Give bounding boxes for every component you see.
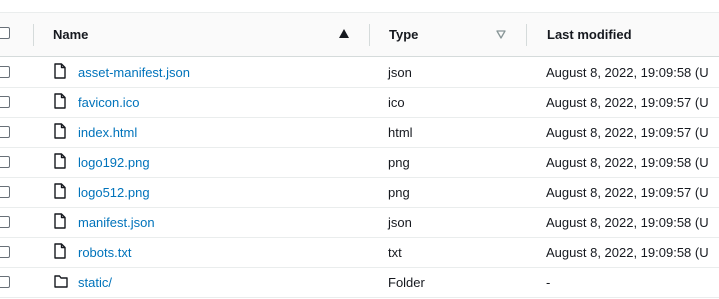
row-checkbox[interactable] bbox=[0, 126, 10, 138]
object-name-link[interactable]: asset-manifest.json bbox=[78, 64, 190, 81]
table-row[interactable]: static/Folder - bbox=[0, 267, 719, 298]
row-checkbox[interactable] bbox=[0, 216, 10, 228]
table-row[interactable]: manifest.json json August 8, 2022, 19:09:5… bbox=[0, 207, 719, 238]
object-name-link[interactable]: manifest.json bbox=[78, 214, 155, 231]
table-header: Name Type Last modified bbox=[0, 13, 719, 57]
object-name-link[interactable]: static/ bbox=[78, 274, 112, 291]
object-type: png bbox=[388, 155, 410, 170]
row-checkbox[interactable] bbox=[0, 246, 10, 258]
column-header-type[interactable]: Type bbox=[389, 26, 418, 43]
object-type: Folder bbox=[388, 275, 425, 290]
table-row[interactable]: favicon.ico ico August 8, 2022, 19:09:57 (… bbox=[0, 87, 719, 118]
row-checkbox[interactable] bbox=[0, 66, 10, 78]
column-header-name[interactable]: Name bbox=[53, 26, 88, 43]
object-last-modified: August 8, 2022, 19:09:57 (U bbox=[546, 185, 709, 200]
column-divider[interactable] bbox=[33, 24, 34, 46]
file-icon bbox=[54, 93, 66, 109]
table-row[interactable]: logo192.png png August 8, 2022, 19:09:58 (… bbox=[0, 147, 719, 178]
column-divider[interactable] bbox=[369, 24, 370, 46]
file-icon bbox=[54, 153, 66, 169]
file-icon bbox=[54, 63, 66, 79]
file-icon bbox=[54, 213, 66, 229]
object-name-link[interactable]: logo512.png bbox=[78, 184, 150, 201]
object-last-modified: August 8, 2022, 19:09:57 (U bbox=[546, 95, 709, 110]
row-checkbox[interactable] bbox=[0, 186, 10, 198]
objects-table: Name Type Last modified asset-manifest.j… bbox=[0, 0, 719, 299]
object-last-modified: August 8, 2022, 19:09:57 (U bbox=[546, 125, 709, 140]
object-type: ico bbox=[388, 95, 405, 110]
select-all-checkbox[interactable] bbox=[0, 27, 10, 39]
object-last-modified: August 8, 2022, 19:09:58 (U bbox=[546, 215, 709, 230]
table-row[interactable]: index.html html August 8, 2022, 19:09:57 (… bbox=[0, 117, 719, 148]
column-header-last-modified[interactable]: Last modified bbox=[547, 26, 632, 43]
object-last-modified: August 8, 2022, 19:09:58 (U bbox=[546, 65, 709, 80]
table-row[interactable]: logo512.png png August 8, 2022, 19:09:57 (… bbox=[0, 177, 719, 208]
object-type: png bbox=[388, 185, 410, 200]
column-divider[interactable] bbox=[526, 24, 527, 46]
folder-icon bbox=[54, 273, 68, 289]
sort-ascending-icon[interactable] bbox=[339, 29, 349, 38]
object-type: html bbox=[388, 125, 413, 140]
object-name-link[interactable]: logo192.png bbox=[78, 154, 150, 171]
file-icon bbox=[54, 123, 66, 139]
object-type: json bbox=[388, 65, 412, 80]
object-type: txt bbox=[388, 245, 402, 260]
object-last-modified: August 8, 2022, 19:09:58 (U bbox=[546, 245, 709, 260]
file-icon bbox=[54, 183, 66, 199]
file-icon bbox=[54, 243, 66, 259]
object-name-link[interactable]: index.html bbox=[78, 124, 137, 141]
row-checkbox[interactable] bbox=[0, 156, 10, 168]
object-last-modified: August 8, 2022, 19:09:58 (U bbox=[546, 155, 709, 170]
table-row[interactable]: robots.txt txt August 8, 2022, 19:09:58 (U bbox=[0, 237, 719, 268]
table-row[interactable]: asset-manifest.json json August 8, 2022, 1… bbox=[0, 57, 719, 88]
sort-unsorted-icon[interactable] bbox=[496, 30, 506, 39]
row-checkbox[interactable] bbox=[0, 96, 10, 108]
object-type: json bbox=[388, 215, 412, 230]
object-name-link[interactable]: robots.txt bbox=[78, 244, 131, 261]
row-checkbox[interactable] bbox=[0, 276, 10, 288]
object-name-link[interactable]: favicon.ico bbox=[78, 94, 139, 111]
object-last-modified: - bbox=[546, 275, 551, 290]
